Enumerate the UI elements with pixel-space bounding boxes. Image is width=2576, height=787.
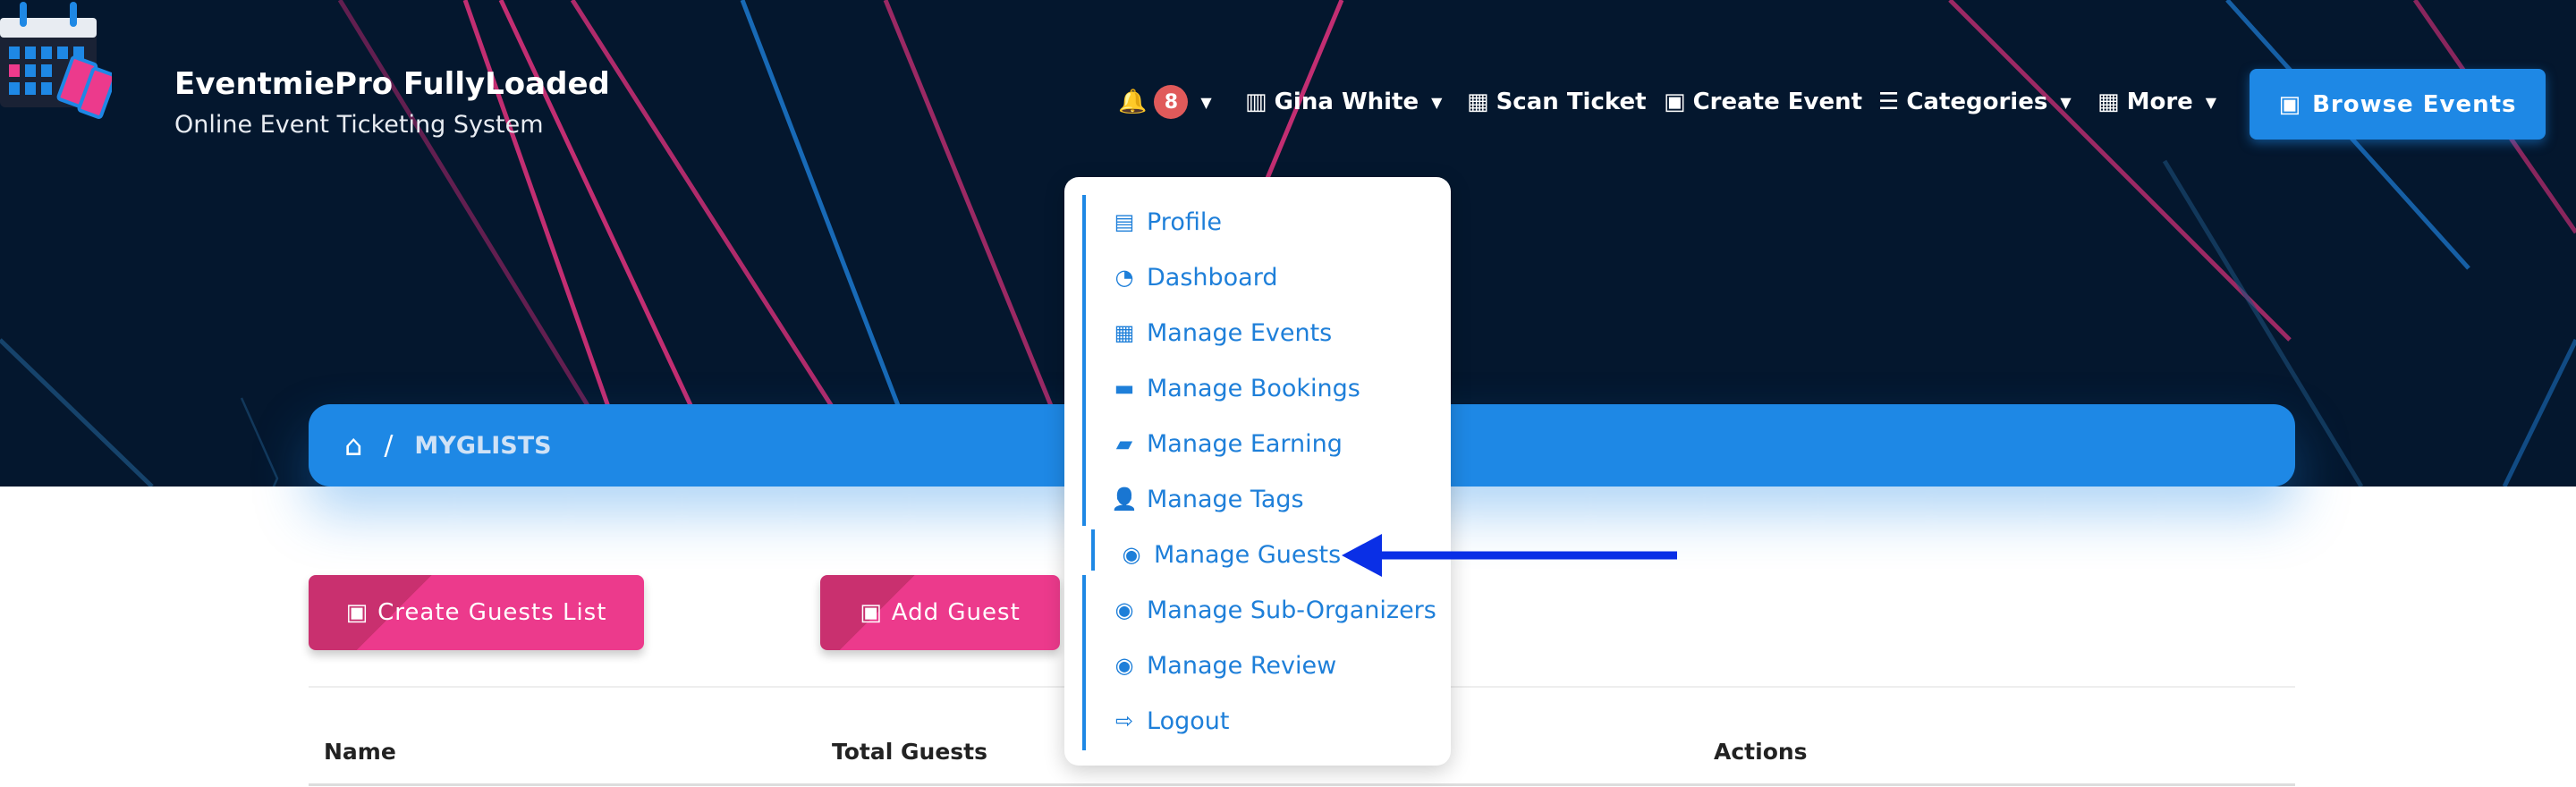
arrow-head bbox=[1342, 534, 1382, 577]
annotation-arrow bbox=[1342, 534, 1677, 577]
